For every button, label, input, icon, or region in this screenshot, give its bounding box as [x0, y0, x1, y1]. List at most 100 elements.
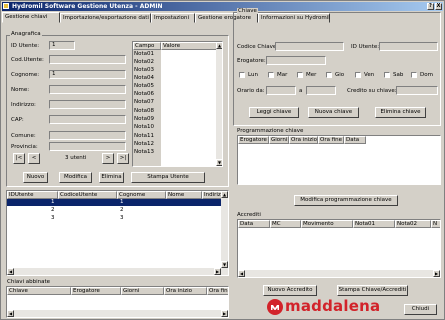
day-label-sab: Sab — [393, 72, 404, 78]
chiavi-header-ora-fine[interactable]: Ora fine — [207, 287, 228, 295]
users-grid[interactable]: IDUtente CodiceUtente Cognome Nome Indir… — [6, 190, 229, 276]
users-header-idutente[interactable]: IDUtente — [7, 191, 58, 199]
checkbox-sab[interactable] — [384, 72, 390, 78]
close-button[interactable]: X — [435, 3, 442, 10]
chiavi-header-erogatore[interactable]: Erogatore — [71, 287, 121, 295]
credito-label: Credito su chiave: — [347, 88, 397, 94]
users-hscrollbar[interactable]: ◀ ▶ — [7, 268, 228, 275]
scroll-right-icon[interactable]: ▶ — [433, 270, 440, 277]
chiudi-button[interactable]: Chiudi — [404, 304, 437, 315]
tab-impostazioni[interactable]: Impostazioni — [151, 13, 195, 23]
scroll-down-icon[interactable]: ▼ — [216, 159, 222, 166]
prog-header-giorni[interactable]: Giorni — [269, 136, 289, 144]
note-row: Nota08 — [134, 108, 155, 114]
cognome-field[interactable]: 1 — [49, 70, 126, 79]
nuova-chiave-button[interactable]: Nuova chiave — [308, 107, 359, 118]
chiavi-header-ora-inizio[interactable]: Ora inizio — [164, 287, 207, 295]
nome-field[interactable] — [49, 85, 126, 94]
scroll-up-icon[interactable]: ▲ — [216, 42, 222, 49]
help-button[interactable]: ? — [427, 3, 434, 10]
accrediti-header-nota01[interactable]: Nota01 — [353, 220, 395, 228]
provincia-field[interactable] — [49, 142, 126, 151]
id-utente-label: ID Utente: — [11, 43, 40, 49]
scroll-down-icon[interactable]: ▼ — [221, 261, 228, 268]
day-label-mer: Mer — [306, 72, 317, 78]
accrediti-header-n[interactable]: N — [431, 220, 440, 228]
cod-utente-field[interactable] — [49, 55, 126, 64]
checkbox-ven[interactable] — [355, 72, 361, 78]
stampa-chiave-accrediti-button[interactable]: Stampa Chiave/Accrediti — [337, 285, 408, 296]
leggi-chiave-button[interactable]: Leggi chiave — [249, 107, 299, 118]
checkbox-mer[interactable] — [297, 72, 303, 78]
notes-grid[interactable]: Campo Valore Nota01 Nota02 Nota03 Nota04… — [132, 41, 223, 167]
day-label-ven: Ven — [364, 72, 375, 78]
users-header-nome[interactable]: Nome — [166, 191, 202, 199]
scroll-left-icon[interactable]: ◀ — [7, 310, 14, 317]
scroll-up-icon[interactable]: ▲ — [221, 191, 228, 198]
prog-header-ora-inizio[interactable]: Ora inizio — [289, 136, 318, 144]
codice-chiave-field — [275, 42, 344, 51]
accrediti-grid[interactable]: Data MC Movimento Nota01 Nota02 N ◀ ▶ — [237, 219, 441, 278]
chiavi-abbinate-grid[interactable]: Chiave Erogatore Giorni Ora inizio Ora f… — [6, 286, 229, 318]
credito-field — [396, 86, 438, 95]
nuovo-accredito-button[interactable]: Nuovo Accredito — [263, 285, 317, 296]
prog-header-ora-fine[interactable]: Ora fine — [318, 136, 344, 144]
users-header-cognome[interactable]: Cognome — [117, 191, 166, 199]
modifica-programmazione-button[interactable]: Modifica programmazione chiave — [294, 195, 398, 206]
nuovo-button[interactable]: Nuovo — [23, 172, 48, 183]
orario-a-field[interactable] — [306, 86, 336, 95]
checkbox-mar[interactable] — [268, 72, 274, 78]
prog-header-data[interactable]: Data — [344, 136, 366, 144]
notes-values-area[interactable] — [161, 50, 217, 166]
erogatore-field[interactable] — [266, 56, 326, 65]
tab-gestione-chiavi[interactable]: Gestione chiavi — [2, 12, 60, 23]
next-record-button[interactable]: > — [102, 153, 114, 164]
scroll-right-icon[interactable]: ▶ — [214, 268, 221, 275]
chiavi-header-chiave[interactable]: Chiave — [7, 287, 71, 295]
table-row[interactable]: 3 3 — [7, 215, 223, 222]
cod-utente-label: Cod.Utente: — [11, 57, 44, 63]
table-row[interactable]: 2 2 — [7, 207, 223, 214]
elimina-chiave-button[interactable]: Elimina chiave — [375, 107, 426, 118]
accrediti-header-mc[interactable]: MC — [270, 220, 301, 228]
accrediti-header-movimento[interactable]: Movimento — [301, 220, 353, 228]
modifica-button[interactable]: Modifica — [59, 172, 92, 183]
prev-record-button[interactable]: < — [28, 153, 40, 164]
accrediti-hscrollbar[interactable]: ◀ ▶ — [238, 270, 440, 277]
table-row[interactable]: 1 1 — [7, 199, 223, 206]
checkbox-dom[interactable] — [411, 72, 417, 78]
last-record-button[interactable]: >| — [117, 153, 129, 164]
day-label-lun: Lun — [248, 72, 258, 78]
scroll-left-icon[interactable]: ◀ — [238, 270, 245, 277]
notes-header-campo[interactable]: Campo — [133, 42, 161, 50]
prog-header-erogatore[interactable]: Erogatore — [238, 136, 269, 144]
record-count: 3 utenti — [65, 155, 87, 161]
note-row: Nota03 — [134, 67, 155, 73]
users-header-codiceutente[interactable]: CodiceUtente — [58, 191, 117, 199]
first-record-button[interactable]: |< — [13, 153, 25, 164]
users-vscrollbar[interactable]: ▲ ▼ — [221, 191, 228, 268]
accrediti-header-data[interactable]: Data — [238, 220, 270, 228]
scroll-right-icon[interactable]: ▶ — [221, 310, 228, 317]
stampa-utente-button[interactable]: Stampa Utente — [131, 172, 205, 183]
brand-name: maddalena — [285, 297, 381, 315]
chiavi-grid-header: Chiave Erogatore Giorni Ora inizio Ora f… — [7, 287, 228, 295]
notes-header-valore[interactable]: Valore — [161, 42, 217, 50]
day-label-mar: Mar — [277, 72, 288, 78]
cell-idutente: 2 — [51, 207, 55, 213]
tab-import-export[interactable]: Importazione/esportazione dati — [60, 13, 151, 23]
accrediti-header-nota02[interactable]: Nota02 — [395, 220, 431, 228]
chiavi-hscrollbar[interactable]: ◀ ▶ — [7, 310, 228, 317]
cap-field[interactable] — [49, 115, 126, 124]
programmazione-grid[interactable]: Erogatore Giorni Ora inizio Ora fine Dat… — [237, 135, 441, 185]
checkbox-gio[interactable] — [326, 72, 332, 78]
checkbox-lun[interactable] — [239, 72, 245, 78]
chiavi-header-giorni[interactable]: Giorni — [121, 287, 164, 295]
orario-da-field[interactable] — [266, 86, 296, 95]
scroll-left-icon[interactable]: ◀ — [7, 268, 14, 275]
elimina-button[interactable]: Elimina — [99, 172, 124, 183]
note-row: Nota13 — [134, 149, 155, 155]
comune-field[interactable] — [49, 131, 126, 140]
indirizzo-field[interactable] — [49, 100, 126, 109]
notes-scrollbar[interactable]: ▲ ▼ — [216, 42, 222, 166]
